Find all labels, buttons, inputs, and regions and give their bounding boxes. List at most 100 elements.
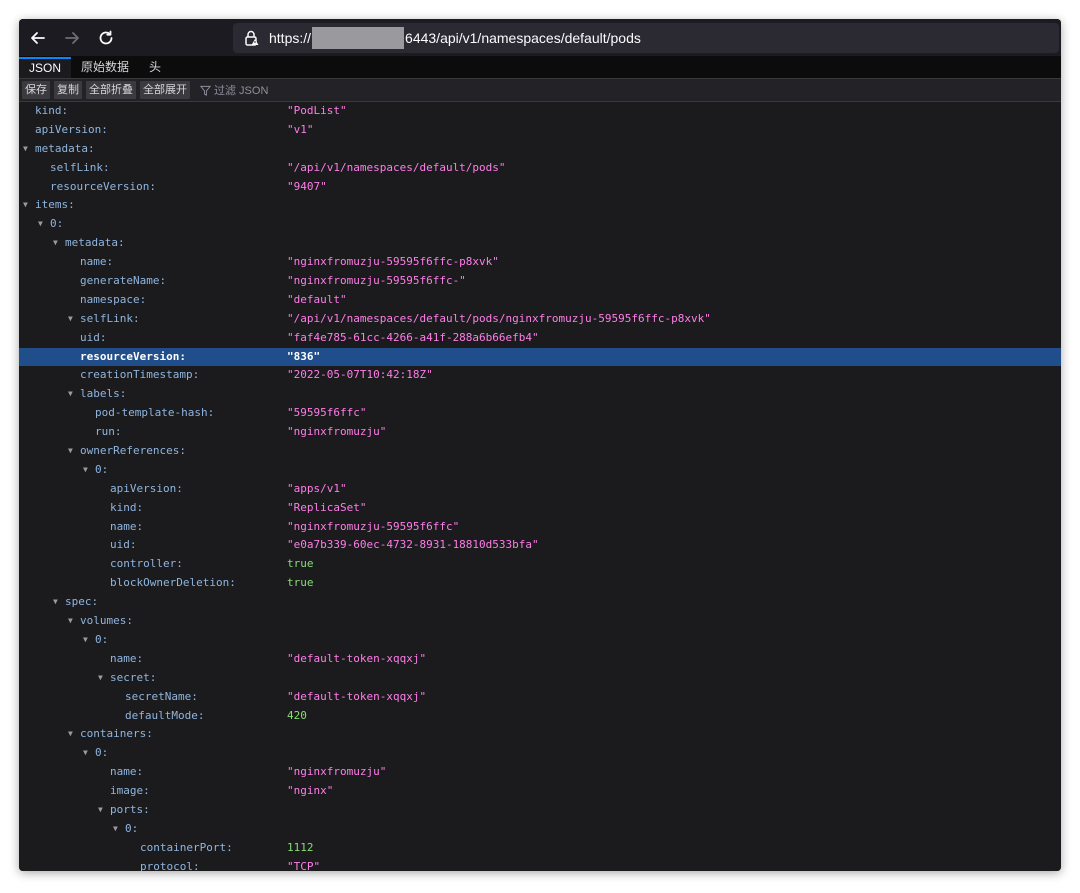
json-row[interactable]: apiVersion: "apps/v1" — [19, 480, 1061, 499]
json-row[interactable]: kind: "ReplicaSet" — [19, 499, 1061, 518]
collapse-all-button[interactable]: 全部折叠 — [86, 81, 136, 99]
json-value: "nginxfromuzju" — [287, 765, 387, 779]
json-row[interactable]: ▼ selfLink: "/api/v1/namespaces/default/po… — [19, 310, 1061, 329]
json-row[interactable]: protocol: "TCP" — [19, 858, 1061, 871]
json-key: namespace: — [80, 292, 147, 306]
expand-toggle-icon[interactable]: ▼ — [83, 744, 93, 763]
expand-toggle-icon[interactable]: ▼ — [53, 234, 63, 253]
expand-toggle-icon[interactable]: ▼ — [68, 725, 78, 744]
json-value: "/api/v1/namespaces/default/pods" — [287, 160, 506, 174]
json-row[interactable]: ▼ secret: — [19, 669, 1061, 688]
tab-0[interactable]: JSON — [19, 57, 72, 78]
json-row[interactable]: ▼ 0: — [19, 461, 1061, 480]
expand-all-button[interactable]: 全部展开 — [140, 81, 190, 99]
json-row[interactable]: ▼ containers: — [19, 725, 1061, 744]
json-row[interactable]: pod-template-hash: "59595f6ffc" — [19, 404, 1061, 423]
json-row[interactable]: ▼ 0: — [19, 215, 1061, 234]
json-value: "836" — [287, 349, 321, 363]
expand-toggle-icon[interactable]: ▼ — [38, 215, 48, 234]
json-key: ports: — [110, 802, 150, 816]
json-row[interactable]: ▼ metadata: — [19, 140, 1061, 159]
expand-toggle-icon[interactable]: ▼ — [23, 196, 33, 215]
reload-button[interactable] — [89, 19, 123, 56]
json-row[interactable]: ▼ metadata: — [19, 234, 1061, 253]
address-bar[interactable]: https:// 6443/api/v1/namespaces/default/… — [233, 23, 1059, 53]
json-key: uid: — [80, 330, 107, 344]
json-row[interactable]: name: "default-token-xqqxj" — [19, 650, 1061, 669]
expand-toggle-icon[interactable]: ▼ — [98, 801, 108, 820]
json-row[interactable]: generateName: "nginxfromuzju-59595f6ffc-" — [19, 272, 1061, 291]
json-row[interactable]: containerPort: 1112 — [19, 839, 1061, 858]
json-row[interactable]: defaultMode: 420 — [19, 707, 1061, 726]
json-key: kind: — [35, 104, 69, 117]
json-value: "default-token-xqqxj" — [287, 689, 427, 703]
json-key: spec: — [65, 595, 99, 609]
json-row[interactable]: name: "nginxfromuzju" — [19, 763, 1061, 782]
json-key: name: — [110, 519, 144, 533]
expand-toggle-icon[interactable]: ▼ — [83, 631, 93, 650]
json-row[interactable]: ▼ items: — [19, 196, 1061, 215]
json-row[interactable]: controller: true — [19, 555, 1061, 574]
expand-toggle-icon[interactable]: ▼ — [23, 140, 33, 159]
json-toolbar: 保存 复制 全部折叠 全部展开 过滤 JSON — [19, 79, 1061, 102]
json-value: true — [287, 557, 314, 571]
json-key: secret: — [110, 670, 157, 684]
expand-toggle-icon[interactable]: ▼ — [53, 593, 63, 612]
json-value: "9407" — [287, 179, 327, 193]
json-row[interactable]: name: "nginxfromuzju-59595f6ffc" — [19, 518, 1061, 537]
json-key: name: — [110, 651, 144, 665]
json-key: 0: — [95, 746, 109, 760]
expand-toggle-icon[interactable]: ▼ — [83, 461, 93, 480]
back-button[interactable] — [21, 19, 55, 56]
expand-toggle-icon[interactable]: ▼ — [68, 310, 78, 329]
json-row[interactable]: ▼ ports: — [19, 801, 1061, 820]
json-value: "default-token-xqqxj" — [287, 651, 427, 665]
json-key: name: — [110, 765, 144, 779]
json-row[interactable]: kind: "PodList" — [19, 102, 1061, 121]
json-row[interactable]: creationTimestamp: "2022-05-07T10:42:18Z" — [19, 366, 1061, 385]
json-row[interactable]: ▼ volumes: — [19, 612, 1061, 631]
json-value: 420 — [287, 708, 307, 722]
expand-toggle-icon[interactable]: ▼ — [68, 612, 78, 631]
json-row[interactable]: run: "nginxfromuzju" — [19, 423, 1061, 442]
json-row[interactable]: uid: "faf4e785-61cc-4266-a41f-288a6b66efb… — [19, 329, 1061, 348]
url-prefix: https:// — [269, 30, 312, 46]
expand-toggle-icon[interactable]: ▼ — [68, 442, 78, 461]
expand-toggle-icon[interactable]: ▼ — [113, 820, 123, 839]
filter-json-input[interactable]: 过滤 JSON — [200, 82, 268, 98]
tab-2[interactable]: 头 — [139, 57, 171, 78]
json-row[interactable]: ▼ 0: — [19, 631, 1061, 650]
expand-toggle-icon[interactable]: ▼ — [98, 669, 108, 688]
json-row[interactable]: uid: "e0a7b339-60ec-4732-8931-18810d533bf… — [19, 536, 1061, 555]
json-key: uid: — [110, 538, 137, 552]
expand-toggle-icon[interactable]: ▼ — [68, 385, 78, 404]
json-row[interactable]: name: "nginxfromuzju-59595f6ffc-p8xvk" — [19, 253, 1061, 272]
json-row[interactable]: ▼ 0: — [19, 820, 1061, 839]
tab-1[interactable]: 原始数据 — [71, 57, 139, 78]
json-row[interactable]: resourceVersion: "9407" — [19, 178, 1061, 197]
json-key: metadata: — [35, 141, 95, 155]
json-row[interactable]: ▼ 0: — [19, 744, 1061, 763]
json-row[interactable]: blockOwnerDeletion: true — [19, 574, 1061, 593]
json-value: "default" — [287, 292, 347, 306]
save-button[interactable]: 保存 — [22, 81, 50, 99]
json-value: true — [287, 576, 314, 590]
copy-button[interactable]: 复制 — [54, 81, 82, 99]
json-row[interactable]: secretName: "default-token-xqqxj" — [19, 688, 1061, 707]
json-row[interactable]: ▼ labels: — [19, 385, 1061, 404]
browser-window: https:// 6443/api/v1/namespaces/default/… — [19, 19, 1061, 871]
json-row[interactable]: ▼ spec: — [19, 593, 1061, 612]
json-value: "nginxfromuzju" — [287, 425, 387, 439]
json-key: kind: — [110, 500, 144, 514]
json-value: "v1" — [287, 122, 314, 136]
json-row[interactable]: image: "nginx" — [19, 782, 1061, 801]
json-value: 1112 — [287, 840, 314, 854]
json-row[interactable]: selfLink: "/api/v1/namespaces/default/pod… — [19, 159, 1061, 178]
forward-button[interactable] — [55, 19, 89, 56]
json-row[interactable]: namespace: "default" — [19, 291, 1061, 310]
json-row[interactable]: ▼ ownerReferences: — [19, 442, 1061, 461]
json-key: containers: — [80, 727, 153, 741]
json-row[interactable]: apiVersion: "v1" — [19, 121, 1061, 140]
json-row[interactable]: resourceVersion: "836" — [19, 347, 1061, 367]
insecure-lock-icon[interactable] — [241, 27, 263, 49]
